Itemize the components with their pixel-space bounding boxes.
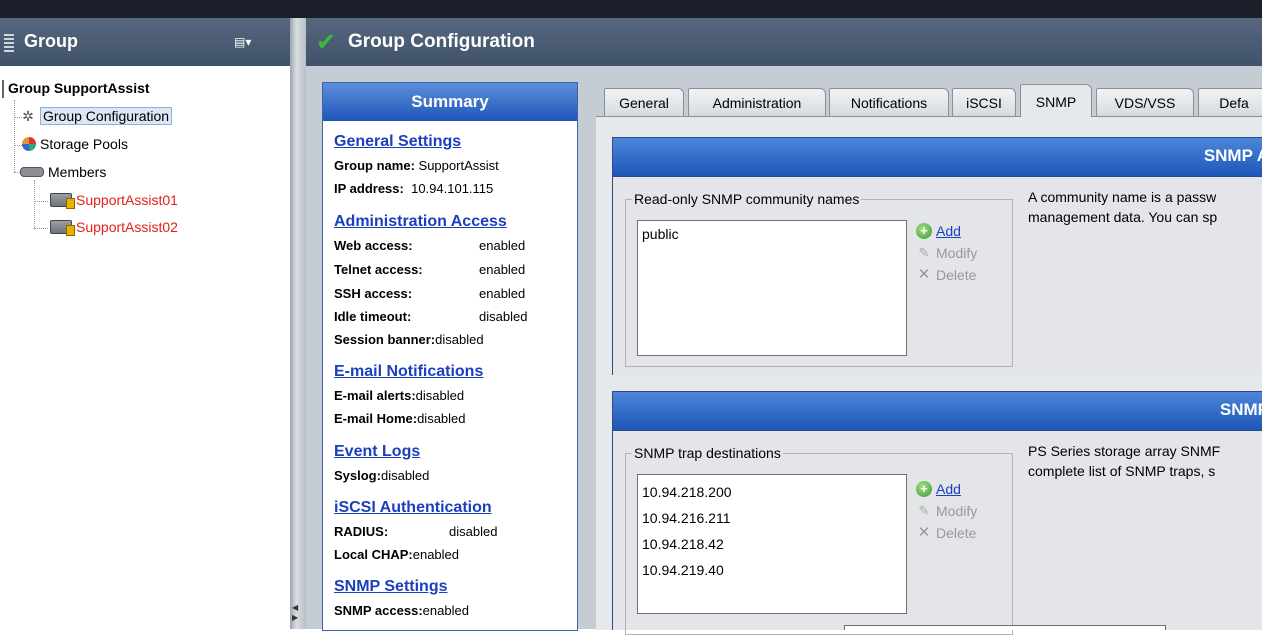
tree-root-group[interactable]: Group SupportAssist — [2, 80, 150, 98]
delete-x-icon: ✕ — [917, 266, 931, 283]
tab-general[interactable]: General — [604, 88, 684, 117]
grip-icon[interactable] — [4, 34, 14, 52]
group-tree: Group SupportAssist ✲ Group Configuratio… — [0, 66, 290, 629]
community-names-list[interactable]: public — [637, 220, 907, 356]
summary-row: SNMP access:enabled — [334, 603, 469, 618]
modify-trap-button: ✎ Modify — [916, 500, 978, 522]
add-community-button[interactable]: + Add — [916, 220, 961, 242]
tree-item-members[interactable]: Members — [20, 164, 106, 180]
tree-item-group-configuration[interactable]: ✲ Group Configuration — [20, 107, 173, 125]
snmp-traps-section: SNMP trap destinations 10.94.218.200 10.… — [612, 431, 1262, 635]
list-item[interactable]: 10.94.216.211 — [638, 505, 906, 531]
summary-panel: Summary General Settings Group name: Sup… — [322, 82, 578, 631]
summary-row: Web access: enabled — [334, 238, 526, 253]
delete-x-icon: ✕ — [917, 524, 931, 541]
email-notifications-link[interactable]: E-mail Notifications — [334, 363, 483, 381]
tab-snmp[interactable]: SNMP — [1020, 84, 1092, 117]
tree-item-member[interactable]: SupportAssist02 — [50, 219, 178, 236]
snmp-settings-link[interactable]: SNMP Settings — [334, 578, 448, 596]
list-item[interactable]: 10.94.218.200 — [638, 479, 906, 505]
summary-row: Group name: SupportAssist — [334, 158, 499, 173]
summary-row: IP address: 10.94.101.115 — [334, 181, 494, 196]
view-menu-button[interactable]: ▤▾ — [234, 35, 251, 49]
iscsi-authentication-link[interactable]: iSCSI Authentication — [334, 499, 492, 517]
list-item[interactable]: 10.94.219.40 — [638, 557, 906, 583]
panel-splitter[interactable]: ◀ ▶ — [290, 18, 306, 629]
array-member-icon — [50, 220, 75, 236]
summary-row: Idle timeout: disabled — [334, 309, 528, 324]
community-names-group: Read-only SNMP community names public + A… — [625, 191, 1013, 367]
window-top-bar — [0, 0, 1262, 18]
member-label: SupportAssist02 — [76, 219, 178, 235]
storage-pool-icon — [22, 137, 36, 151]
list-view-icon: ▤ — [234, 35, 246, 49]
summary-title: Summary — [323, 83, 577, 121]
page-title: Group Configuration — [348, 31, 535, 52]
add-icon: + — [916, 481, 932, 497]
tab-notifications[interactable]: Notifications — [829, 88, 949, 117]
snmp-access-description: A community name is a passw management da… — [1028, 189, 1218, 225]
tree-item-label: Members — [48, 164, 107, 180]
list-item[interactable]: 10.94.218.42 — [638, 531, 906, 557]
tree-item-storage-pools[interactable]: Storage Pools — [22, 136, 128, 152]
gear-icon: ✲ — [22, 108, 34, 124]
configuration-tabs: General Administration Notifications iSC… — [596, 82, 1262, 635]
tab-vds-vss[interactable]: VDS/VSS — [1096, 88, 1194, 117]
event-logs-link[interactable]: Event Logs — [334, 443, 420, 461]
administration-access-link[interactable]: Administration Access — [334, 213, 507, 231]
delete-community-button: ✕ Delete — [917, 266, 977, 284]
member-label: SupportAssist01 — [76, 192, 178, 208]
community-names-label: Read-only SNMP community names — [632, 191, 862, 207]
summary-row: Telnet access: enabled — [334, 262, 526, 277]
members-icon — [20, 167, 44, 177]
summary-row: SSH access: enabled — [334, 286, 526, 301]
list-item[interactable]: public — [638, 221, 906, 247]
chevron-down-icon: ▾ — [245, 35, 252, 49]
left-panel-header: Group ▤▾ — [0, 18, 290, 66]
tab-defaults[interactable]: Defa — [1198, 88, 1262, 117]
summary-row: Session banner:disabled — [334, 332, 484, 347]
partial-input-field[interactable] — [844, 625, 1166, 630]
tab-iscsi[interactable]: iSCSI — [952, 88, 1016, 117]
collapse-arrow-icon[interactable]: ◀ ▶ — [292, 603, 298, 623]
main-header: ✔ Group Configuration — [306, 18, 1262, 66]
snmp-traps-section-header: SNMP — [612, 391, 1262, 431]
snmp-tab-body: SNMP A Read-only SNMP community names pu… — [596, 116, 1262, 635]
tab-administration[interactable]: Administration — [688, 88, 826, 117]
snmp-access-section: Read-only SNMP community names public + A… — [612, 177, 1262, 375]
edit-icon: ✎ — [918, 503, 930, 518]
summary-row: Syslog:disabled — [334, 468, 430, 483]
trap-destinations-label: SNMP trap destinations — [632, 445, 783, 461]
checkmark-icon: ✔ — [316, 29, 337, 56]
snmp-access-section-header: SNMP A — [612, 137, 1262, 177]
tree-item-label: Group Configuration — [40, 107, 173, 125]
add-icon: + — [916, 223, 932, 239]
snmp-traps-description: PS Series storage array SNMF complete lis… — [1028, 443, 1221, 479]
array-member-icon — [50, 193, 75, 209]
summary-row: E-mail Home:disabled — [334, 411, 466, 426]
add-trap-button[interactable]: + Add — [916, 478, 961, 500]
trap-destinations-group: SNMP trap destinations 10.94.218.200 10.… — [625, 445, 1013, 635]
edit-icon: ✎ — [918, 245, 930, 260]
modify-community-button: ✎ Modify — [916, 242, 978, 264]
left-panel-title: Group — [24, 31, 78, 51]
tree-item-label: Storage Pools — [40, 136, 128, 152]
summary-row: Local CHAP:enabled — [334, 547, 460, 562]
summary-row: RADIUS: disabled — [334, 524, 498, 539]
general-settings-link[interactable]: General Settings — [334, 133, 461, 151]
trap-destinations-list[interactable]: 10.94.218.200 10.94.216.211 10.94.218.42… — [637, 474, 907, 614]
summary-row: E-mail alerts:disabled — [334, 388, 465, 403]
delete-trap-button: ✕ Delete — [917, 524, 977, 542]
tree-item-member[interactable]: SupportAssist01 — [50, 192, 178, 209]
